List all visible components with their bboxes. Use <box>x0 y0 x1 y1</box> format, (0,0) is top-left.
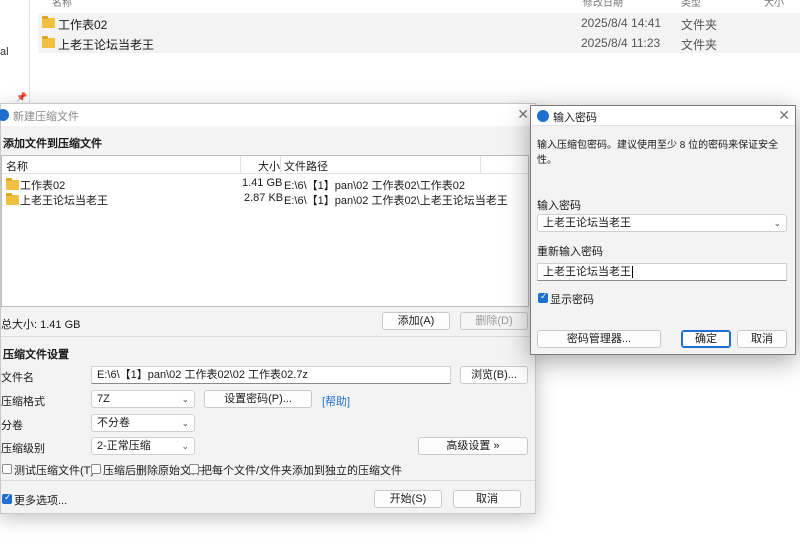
show-password-checkbox[interactable] <box>538 291 548 303</box>
chevron-down-icon: ⌄ <box>773 218 781 228</box>
row-date: 2025/8/4 11:23 <box>581 36 661 50</box>
add-files-heading: 添加文件到压缩文件 <box>3 138 102 150</box>
split-label: 分卷 <box>1 420 23 432</box>
header-name[interactable]: 名称 <box>52 0 72 8</box>
close-icon[interactable]: ✕ <box>778 107 790 124</box>
enter-password-input[interactable]: 上老王论坛当老王 ⌄ <box>537 214 787 232</box>
show-password-label: 显示密码 <box>550 294 594 306</box>
chevron-down-icon: ⌄ <box>181 394 189 404</box>
chevron-down-icon: ⌄ <box>181 441 189 451</box>
password-description: 输入压缩包密码。建议使用至少 8 位的密码来保证安全性。 <box>537 140 779 166</box>
reenter-password-value: 上老王论坛当老王 <box>543 266 631 278</box>
explorer-row[interactable]: 上老王论坛当老王 2025/8/4 11:23 文件夹 <box>38 33 800 53</box>
separate-archive-checkbox[interactable] <box>189 464 199 474</box>
split-select[interactable]: 不分卷 ⌄ <box>91 414 195 432</box>
browse-button[interactable]: 浏览(B)... <box>460 366 528 384</box>
settings-heading: 压缩文件设置 <box>3 349 69 361</box>
enter-password-label: 输入密码 <box>537 200 581 212</box>
column-separator <box>280 156 281 174</box>
dialog-title: 新建压缩文件 <box>13 111 79 123</box>
file-path: E:\6\【1】pan\02 工作表02\上老王论坛当老王 <box>284 195 508 207</box>
col-name[interactable]: 名称 <box>6 158 28 174</box>
row-name: 工作表02 <box>58 18 108 32</box>
level-label: 压缩级别 <box>1 443 45 455</box>
add-button[interactable]: 添加(A) <box>382 312 450 330</box>
password-dialog: 输入密码 ✕ 输入压缩包密码。建议使用至少 8 位的密码来保证安全性。 输入密码… <box>530 105 796 355</box>
test-archive-label: 测试压缩文件(T) <box>14 465 95 477</box>
level-value: 2-正常压缩 <box>97 440 151 452</box>
file-explorer-window: al 📌 名称 修改日期 类型 大小 工作表02 2025/8/4 14:41 … <box>0 0 800 120</box>
text-cursor <box>632 266 633 278</box>
row-type: 文件夹 <box>681 38 718 52</box>
split-value: 不分卷 <box>97 417 130 429</box>
password-manager-button[interactable]: 密码管理器... <box>537 330 661 348</box>
folder-icon <box>42 36 55 51</box>
format-select[interactable]: 7Z ⌄ <box>91 390 195 408</box>
set-password-button[interactable]: 设置密码(P)... <box>204 390 312 408</box>
separate-archive-label: 把每个文件/文件夹添加到独立的压缩文件 <box>201 465 403 477</box>
more-options-checkbox[interactable] <box>2 492 12 504</box>
password-title-bar[interactable]: 输入密码 ✕ <box>531 106 795 126</box>
filename-label: 文件名 <box>1 372 34 384</box>
delete-source-label: 压缩后删除原始文件 <box>103 465 202 477</box>
password-dialog-title: 输入密码 <box>553 112 597 124</box>
column-separator <box>480 156 481 174</box>
filename-input[interactable]: E:\6\【1】pan\02 工作表02\02 工作表02.7z <box>91 366 451 384</box>
app-icon <box>537 110 549 122</box>
password-cancel-button[interactable]: 取消 <box>737 330 787 348</box>
nav-item-label[interactable]: al <box>0 46 9 58</box>
level-select[interactable]: 2-正常压缩 ⌄ <box>91 437 195 455</box>
more-options-label: 更多选项... <box>14 495 68 507</box>
delete-source-checkbox[interactable] <box>91 464 101 474</box>
column-header: 名称 修改日期 类型 大小 <box>40 0 800 8</box>
col-path[interactable]: 文件路径 <box>284 158 328 174</box>
start-button[interactable]: 开始(S) <box>374 490 442 508</box>
file-row[interactable]: 工作表02 1.41 GB E:\6\【1】pan\02 工作表02\工作表02 <box>2 176 528 192</box>
reenter-password-label: 重新输入密码 <box>537 246 603 258</box>
row-date: 2025/8/4 14:41 <box>581 16 662 30</box>
format-label: 压缩格式 <box>1 396 45 408</box>
advanced-settings-button[interactable]: 高级设置 » <box>418 437 528 455</box>
test-archive-checkbox[interactable] <box>2 464 12 474</box>
dialog-title-bar[interactable]: 新建压缩文件 ✕ <box>0 104 535 126</box>
total-size: 总大小: 1.41 GB <box>1 319 81 331</box>
header-type[interactable]: 类型 <box>681 0 701 8</box>
app-icon <box>0 109 9 121</box>
explorer-row[interactable]: 工作表02 2025/8/4 14:41 文件夹 <box>38 13 800 33</box>
file-list-header: 名称 大小 文件路径 <box>2 156 528 174</box>
header-date[interactable]: 修改日期 <box>583 0 623 8</box>
reenter-password-input[interactable]: 上老王论坛当老王 <box>537 263 787 281</box>
divider <box>1 336 535 337</box>
row-name: 上老王论坛当老王 <box>58 38 155 52</box>
help-link[interactable]: [帮助] <box>322 393 350 409</box>
file-size: 1.41 GB <box>242 177 283 189</box>
divider <box>1 480 535 481</box>
nav-pane: al 📌 <box>0 0 30 105</box>
folder-icon <box>42 16 55 31</box>
pin-icon[interactable]: 📌 <box>16 92 27 103</box>
column-separator <box>240 156 241 174</box>
delete-button[interactable]: 删除(D) <box>460 312 528 330</box>
header-size[interactable]: 大小 <box>764 0 784 8</box>
file-size: 2.87 KB <box>244 192 284 204</box>
ok-button[interactable]: 确定 <box>681 330 731 348</box>
row-type: 文件夹 <box>681 18 718 32</box>
format-value: 7Z <box>97 393 110 405</box>
new-archive-dialog: 新建压缩文件 ✕ 添加文件到压缩文件 名称 大小 文件路径 工作表02 1.41… <box>0 103 536 514</box>
file-name: 上老王论坛当老王 <box>20 195 108 207</box>
chevron-down-icon: ⌄ <box>181 418 189 428</box>
file-list[interactable]: 名称 大小 文件路径 工作表02 1.41 GB E:\6\【1】pan\02 … <box>1 155 529 307</box>
file-row[interactable]: 上老王论坛当老王 2.87 KB E:\6\【1】pan\02 工作表02\上老… <box>2 191 528 207</box>
col-size[interactable]: 大小 <box>258 158 280 174</box>
enter-password-value: 上老王论坛当老王 <box>543 217 631 229</box>
cancel-button[interactable]: 取消 <box>453 490 521 508</box>
close-icon[interactable]: ✕ <box>517 106 529 123</box>
